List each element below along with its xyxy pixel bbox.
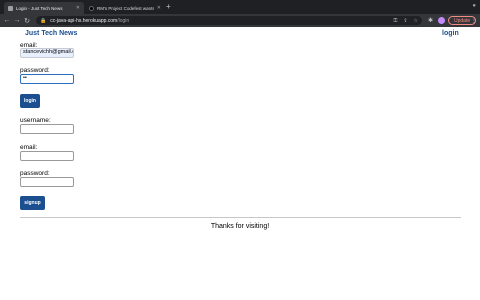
- key-icon[interactable]: ⚿: [394, 18, 398, 24]
- forward-icon[interactable]: →: [12, 17, 22, 24]
- signup-button[interactable]: signup: [20, 196, 45, 210]
- tab-search-icon[interactable]: ●: [472, 3, 476, 9]
- login-button[interactable]: login: [20, 94, 40, 108]
- tab-title: RM's Project Codefest wants ...: [97, 5, 154, 11]
- signup-username-input[interactable]: [20, 124, 74, 134]
- back-icon[interactable]: ←: [2, 17, 12, 24]
- signup-username-label: username:: [20, 117, 51, 124]
- browser-tab-active[interactable]: Login - Just Tech News ✕: [4, 2, 84, 14]
- reload-icon[interactable]: ↻: [22, 17, 32, 25]
- close-tab-icon[interactable]: ✕: [157, 5, 161, 11]
- github-favicon-icon: [89, 5, 94, 11]
- browser-tab-inactive[interactable]: RM's Project Codefest wants ... ✕: [85, 2, 165, 14]
- lock-icon: 🔒: [40, 17, 47, 24]
- url-path: /login: [117, 17, 130, 24]
- browser-tab-bar: Login - Just Tech News ✕ RM's Project Co…: [0, 0, 480, 14]
- close-tab-icon[interactable]: ✕: [76, 5, 80, 11]
- extension-area: ✱: [428, 17, 446, 24]
- footer-divider: [20, 217, 461, 218]
- browser-toolbar: ← → ↻ 🔒 cc-java-api-hs.herokuapp.com/log…: [0, 14, 480, 27]
- tab-title: Login - Just Tech News: [16, 5, 63, 11]
- omnibox-actions: ⚿ ⇪ ☆: [394, 16, 419, 25]
- page-content: Just Tech News login email: stancevichh@…: [0, 27, 480, 300]
- new-tab-icon[interactable]: +: [166, 3, 171, 11]
- profile-avatar[interactable]: [438, 17, 446, 24]
- footer-text: Thanks for visiting!: [210, 223, 270, 230]
- url-host: cc-java-api-hs.herokuapp.com: [50, 17, 118, 24]
- signup-password-label: password:: [20, 170, 50, 177]
- site-brand-link[interactable]: Just Tech News: [25, 30, 77, 37]
- login-email-input[interactable]: stancevichh@gmail.com: [20, 48, 74, 58]
- menu-kebab-icon[interactable]: ⋮: [471, 17, 477, 24]
- address-bar[interactable]: 🔒 cc-java-api-hs.herokuapp.com/login ⚿ ⇪…: [36, 16, 422, 25]
- login-password-input[interactable]: ••: [20, 74, 74, 84]
- page-favicon-icon: [8, 5, 13, 11]
- bookmark-star-icon[interactable]: ☆: [414, 18, 418, 24]
- signup-password-input[interactable]: [20, 177, 74, 187]
- extensions-puzzle-icon[interactable]: ✱: [428, 17, 433, 24]
- nav-login-link[interactable]: login: [442, 30, 459, 37]
- signup-email-label: email:: [20, 144, 38, 151]
- site-header: Just Tech News login: [0, 27, 480, 41]
- signup-email-input[interactable]: [20, 151, 74, 161]
- share-icon[interactable]: ⇪: [403, 18, 407, 24]
- login-password-label: password:: [20, 67, 50, 74]
